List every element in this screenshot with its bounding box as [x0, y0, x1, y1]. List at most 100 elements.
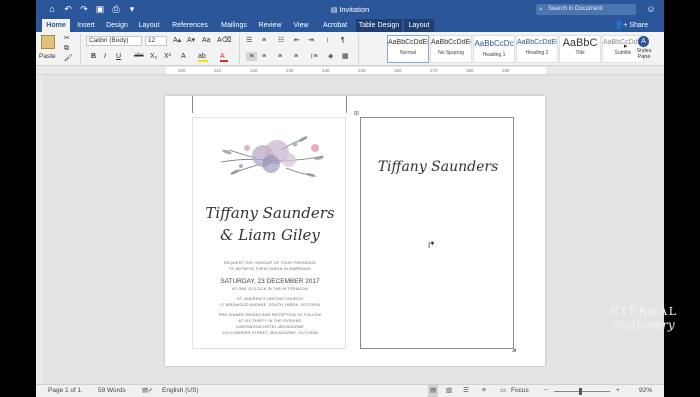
- align-center-icon[interactable]: ≡: [262, 52, 266, 61]
- strikethrough-button[interactable]: abc: [134, 52, 144, 61]
- wedding-time: AT ONE O'CLOCK IN THE AFTERNOON: [232, 287, 308, 291]
- font-size-select[interactable]: 12: [145, 36, 167, 46]
- zoom-slider-thumb[interactable]: [579, 388, 582, 395]
- decrease-indent-icon[interactable]: ⇤: [294, 36, 300, 45]
- shading-icon[interactable]: ◈: [328, 52, 333, 61]
- tab-design[interactable]: Design: [104, 19, 130, 32]
- highlight-icon[interactable]: ab: [198, 52, 208, 62]
- paste-button[interactable]: Paste: [39, 52, 56, 61]
- search-input[interactable]: ⌕ Search in Document: [536, 4, 636, 15]
- bullets-icon[interactable]: ☰: [246, 36, 252, 45]
- web-layout-icon[interactable]: ▥: [446, 385, 452, 397]
- proofing-icon[interactable]: ▤✓: [142, 385, 154, 397]
- tab-review[interactable]: Review: [256, 19, 284, 32]
- draft-view-icon[interactable]: ≡: [482, 385, 486, 397]
- tab-layout[interactable]: Layout: [136, 19, 162, 32]
- print-layout-icon[interactable]: ▤: [428, 385, 439, 397]
- bold-button[interactable]: B: [91, 52, 96, 61]
- style-heading-2[interactable]: AaBbCcDdEe Heading 2: [516, 35, 558, 63]
- font-name-select[interactable]: Calibri (Body): [86, 36, 142, 46]
- word-count[interactable]: 59 Words: [98, 385, 126, 397]
- heart-icon: ♡: [639, 333, 649, 343]
- status-bar: Page 1 of 1 59 Words ▤✓ English (US) ▤ ▥…: [36, 384, 664, 397]
- tab-insert[interactable]: Insert: [74, 19, 98, 32]
- invitation-card[interactable]: Tiffany Saunders & Liam Giley REQUEST TH…: [192, 117, 346, 349]
- separator: [80, 34, 81, 64]
- multilevel-list-icon[interactable]: ☷: [278, 36, 284, 45]
- tab-home[interactable]: Home: [42, 19, 70, 32]
- styles-pane-button[interactable]: Styles Pane: [632, 48, 656, 60]
- tab-mailings[interactable]: Mailings: [218, 19, 250, 32]
- styles-gallery-more-icon[interactable]: ▸: [624, 42, 628, 51]
- document-page[interactable]: ⊞ Tiffany Saunders & Liam Giley REQUEST …: [165, 96, 545, 366]
- document-area[interactable]: ⊞ Tiffany Saunders & Liam Giley REQUEST …: [43, 75, 664, 384]
- increase-indent-icon[interactable]: ⇥: [308, 36, 314, 45]
- search-icon: ⌕: [539, 6, 543, 13]
- style-title[interactable]: AaBbC Title: [559, 35, 601, 63]
- paste-icon[interactable]: [41, 35, 55, 49]
- reception-line-2: AT SIX THIRTY IN THE EVENING: [238, 319, 302, 323]
- ruler-tick: 180: [466, 68, 474, 73]
- justify-icon[interactable]: ≡: [294, 52, 298, 61]
- tab-acrobat[interactable]: Acrobat: [319, 19, 351, 32]
- separator: [239, 34, 240, 64]
- show-marks-icon[interactable]: ¶: [341, 36, 345, 45]
- text-effects-icon[interactable]: A: [181, 52, 186, 61]
- request-line-2: TO WITNESS THEIR UNION IN MARRIAGE: [228, 267, 312, 271]
- align-right-icon[interactable]: ≡: [278, 52, 282, 61]
- style-heading-1[interactable]: AaBbCcDc Heading 1: [473, 35, 515, 63]
- zoom-in-icon[interactable]: +: [616, 385, 620, 397]
- church-address: 17 BIRDWOOD AVENUE, SOUTH YARRA, VICTORI…: [219, 303, 321, 307]
- tab-view[interactable]: View: [290, 19, 312, 32]
- superscript-button[interactable]: X²: [164, 52, 171, 61]
- underline-button[interactable]: U: [116, 52, 121, 61]
- zoom-slider-track[interactable]: [554, 391, 610, 392]
- clear-formatting-icon[interactable]: A⌫: [217, 36, 232, 45]
- tab-references[interactable]: References: [170, 19, 210, 32]
- header-margin-line: [346, 96, 347, 113]
- ruler-tick: 140: [322, 68, 330, 73]
- sort-icon[interactable]: ↕: [326, 36, 330, 45]
- ruler-tick: 150: [358, 68, 366, 73]
- borders-icon[interactable]: ▦: [342, 52, 349, 61]
- ribbon-tabs: Home Insert Design Layout References Mai…: [36, 19, 664, 32]
- italic-button[interactable]: I: [104, 52, 106, 61]
- ruler-strip: 100 110 120 130 140 150 160 170 180 190: [166, 67, 546, 74]
- request-line-1: REQUEST THE HONOUR OF YOUR PRESENCE: [223, 261, 317, 265]
- zoom-out-icon[interactable]: −: [544, 385, 548, 397]
- smiley-icon[interactable]: ☺: [644, 3, 658, 16]
- horizontal-ruler: 100 110 120 130 140 150 160 170 180 190: [36, 66, 664, 75]
- focus-button[interactable]: Focus: [511, 385, 529, 397]
- language-indicator[interactable]: English (US): [162, 385, 198, 397]
- floral-illustration: [220, 136, 324, 178]
- grow-font-icon[interactable]: A▴: [173, 36, 181, 45]
- table-resize-handle-icon[interactable]: ◢: [512, 347, 516, 353]
- zoom-level[interactable]: 92%: [639, 385, 652, 397]
- line-spacing-icon[interactable]: ↕≡: [310, 52, 318, 61]
- share-button[interactable]: 👤+ Share: [615, 19, 648, 32]
- change-case-icon[interactable]: Aa: [202, 36, 211, 45]
- vertical-ruler: [36, 75, 43, 384]
- subscript-button[interactable]: X₂: [150, 52, 157, 61]
- tab-table-layout[interactable]: Layout: [404, 19, 434, 32]
- style-normal[interactable]: AaBbCcDdEe Normal: [387, 35, 429, 63]
- copy-icon[interactable]: ⧉: [64, 44, 69, 53]
- page-count[interactable]: Page 1 of 1: [48, 385, 81, 397]
- style-no-spacing[interactable]: AaBbCcDdEe No Spacing: [430, 35, 472, 63]
- numbering-icon[interactable]: ≡: [262, 36, 266, 45]
- font-color-icon[interactable]: A: [220, 52, 228, 62]
- outline-view-icon[interactable]: ☰: [463, 385, 469, 397]
- church-name: ST. ANDREW'S UNITING CHURCH: [236, 297, 304, 301]
- format-painter-icon[interactable]: 🖌: [64, 54, 73, 63]
- styles-pane-icon[interactable]: A: [638, 36, 649, 47]
- ruler-tick: 100: [178, 68, 186, 73]
- table-cell-card[interactable]: Tiffany Saunders I✱: [360, 117, 514, 349]
- align-left-icon[interactable]: ≡: [246, 52, 257, 61]
- venue-address: 124 FLINDERS STREET, MELBOURNE, VICTORIA: [222, 331, 318, 335]
- table-move-handle-icon[interactable]: ⊞: [354, 110, 359, 117]
- focus-mode-icon[interactable]: ▭: [500, 385, 506, 397]
- cut-icon[interactable]: ✂: [64, 34, 70, 43]
- ruler-tick: 130: [286, 68, 294, 73]
- tab-table-design[interactable]: Table Design: [356, 19, 402, 32]
- shrink-font-icon[interactable]: A▾: [187, 36, 195, 45]
